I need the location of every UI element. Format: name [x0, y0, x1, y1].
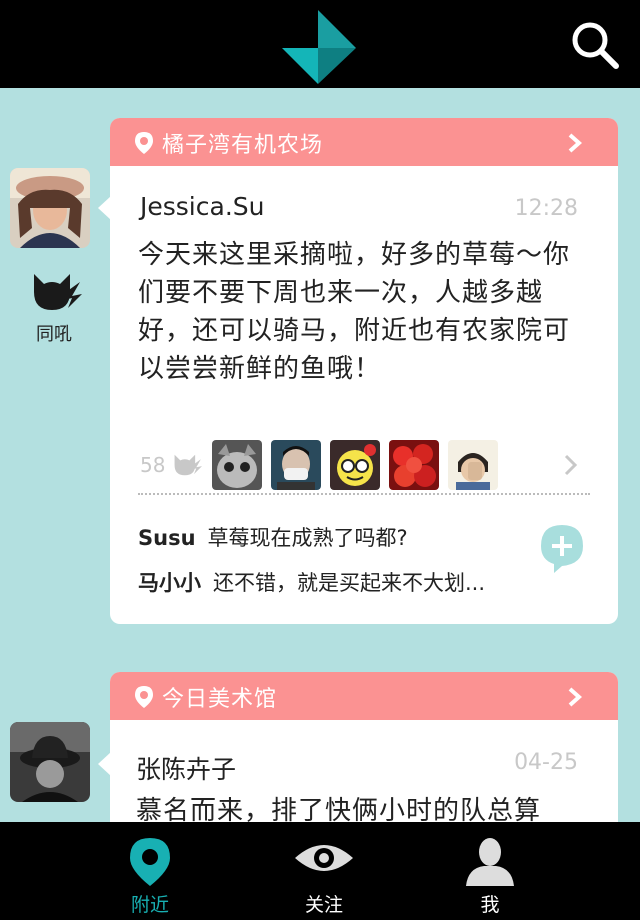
comment[interactable]: 马小小 还不错，就是买起来不大划... — [138, 567, 485, 597]
chevron-right-icon — [564, 454, 578, 476]
tab-following[interactable]: 关注 — [264, 822, 384, 920]
tab-label: 关注 — [304, 894, 343, 916]
liker-avatar[interactable] — [212, 440, 262, 490]
location-name: 橘子湾有机农场 — [162, 133, 324, 158]
search-icon — [572, 22, 619, 69]
post-time: 12:28 — [514, 196, 578, 221]
eye-icon — [295, 845, 353, 871]
post-text: 慕名而来，排了快俩小时的队总算 — [136, 796, 542, 822]
tab-nearby[interactable]: 附近 — [90, 822, 210, 920]
divider — [138, 493, 590, 495]
nearby-feed[interactable]: 同吼 橘子湾有机农场 Jessica.Su 12:28 今天来这里采摘啦，好多的… — [0, 88, 640, 822]
liker-avatar[interactable] — [330, 440, 380, 490]
comment-author[interactable]: Susu — [138, 526, 196, 550]
location-header[interactable]: 今日美术馆 — [110, 672, 618, 720]
post-card[interactable]: 橘子湾有机农场 Jessica.Su 12:28 今天来这里采摘啦，好多的草莓～… — [110, 118, 618, 624]
location-name: 今日美术馆 — [162, 687, 278, 712]
likes-row[interactable]: 58 — [140, 440, 588, 490]
comment[interactable]: Susu 草莓现在成熟了吗都? — [138, 522, 408, 552]
location-pin-icon — [135, 132, 153, 154]
author-name[interactable]: 张陈卉子 — [136, 750, 236, 786]
location-header[interactable]: 橘子湾有机农场 — [110, 118, 618, 166]
tab-label: 附近 — [130, 894, 169, 916]
avatar[interactable] — [10, 168, 90, 248]
top-bar — [0, 0, 640, 88]
chevron-right-icon — [568, 687, 582, 707]
roar-icon — [174, 454, 202, 476]
person-icon — [466, 838, 514, 886]
avatar[interactable] — [10, 722, 90, 802]
chevron-right-icon — [568, 133, 582, 153]
tab-bar: 附近 关注 我 — [0, 822, 640, 920]
liker-avatar[interactable] — [448, 440, 498, 490]
add-comment-button[interactable] — [540, 524, 584, 574]
location-pin-icon — [135, 686, 153, 708]
roar-icon — [34, 274, 82, 310]
app-logo — [282, 10, 356, 84]
add-comment-icon — [541, 525, 583, 573]
comment-text: 还不错，就是买起来不大划... — [213, 571, 486, 595]
location-pin-icon — [130, 838, 170, 886]
post-text: 今天来这里采摘啦，好多的草莓～你们要不要下周也来一次，人越多越好，还可以骑马，附… — [138, 240, 571, 384]
liker-avatar[interactable] — [389, 440, 439, 490]
comment-text: 草莓现在成熟了吗都? — [207, 526, 408, 550]
liker-avatar[interactable] — [271, 440, 321, 490]
post-time: 04-25 — [514, 750, 578, 775]
search-button[interactable] — [568, 18, 622, 72]
like-count: 58 — [140, 453, 166, 477]
roar-button[interactable]: 同吼 — [26, 268, 82, 345]
roar-label: 同吼 — [36, 324, 72, 345]
comment-author[interactable]: 马小小 — [138, 571, 201, 595]
author-name[interactable]: Jessica.Su — [140, 192, 264, 221]
tab-label: 我 — [480, 894, 500, 916]
tab-me[interactable]: 我 — [430, 822, 550, 920]
post-card[interactable]: 今日美术馆 张陈卉子 04-25 慕名而来，排了快俩小时的队总算 — [110, 672, 618, 822]
